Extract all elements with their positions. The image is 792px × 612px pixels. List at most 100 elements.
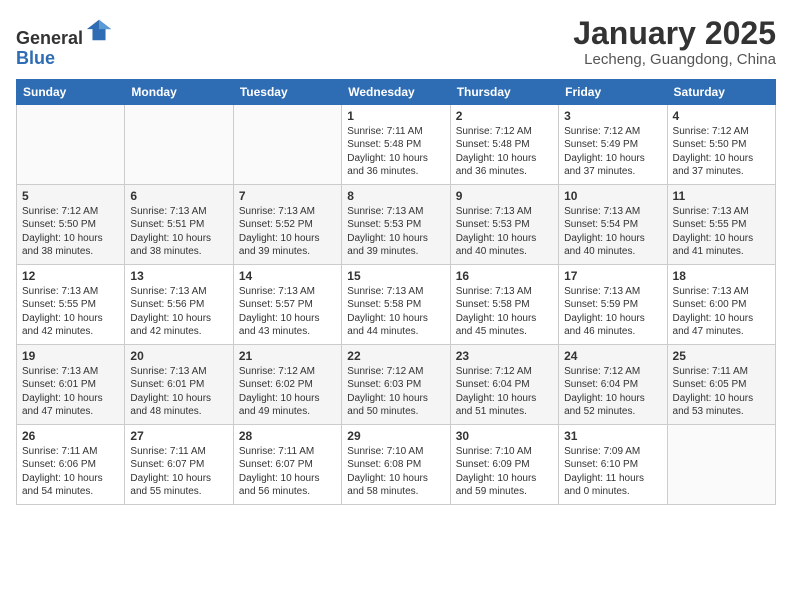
calendar-cell: 13 Sunrise: 7:13 AM Sunset: 5:56 PM Dayli… <box>125 264 233 344</box>
calendar-cell: 12 Sunrise: 7:13 AM Sunset: 5:55 PM Dayli… <box>17 264 125 344</box>
calendar-cell: 19 Sunrise: 7:13 AM Sunset: 6:01 PM Dayli… <box>17 344 125 424</box>
calendar-cell: 2 Sunrise: 7:12 AM Sunset: 5:48 PM Daylig… <box>450 104 558 184</box>
day-number: 17 <box>564 269 661 283</box>
weekday-header-tuesday: Tuesday <box>233 79 341 104</box>
calendar-cell: 6 Sunrise: 7:13 AM Sunset: 5:51 PM Daylig… <box>125 184 233 264</box>
calendar-week-row: 5 Sunrise: 7:12 AM Sunset: 5:50 PM Daylig… <box>17 184 776 264</box>
weekday-header-friday: Friday <box>559 79 667 104</box>
day-number: 22 <box>347 349 444 363</box>
day-info: Sunrise: 7:13 AM Sunset: 5:58 PM Dayligh… <box>347 285 444 339</box>
day-number: 19 <box>22 349 119 363</box>
day-number: 4 <box>673 109 770 123</box>
calendar-body: 1Sunrise: 7:11 AM Sunset: 5:48 PM Daylig… <box>17 104 776 504</box>
day-number: 12 <box>22 269 119 283</box>
day-info: Sunrise: 7:10 AM Sunset: 6:08 PM Dayligh… <box>347 445 444 499</box>
day-number: 27 <box>130 429 227 443</box>
day-number: 7 <box>239 189 336 203</box>
calendar-cell: 25 Sunrise: 7:11 AM Sunset: 6:05 PM Dayli… <box>667 344 775 424</box>
day-number: 9 <box>456 189 553 203</box>
day-info: Sunrise: 7:13 AM Sunset: 5:54 PM Dayligh… <box>564 205 661 259</box>
calendar-cell: 7Sunrise: 7:13 AM Sunset: 5:52 PM Daylig… <box>233 184 341 264</box>
calendar-cell: 27 Sunrise: 7:11 AM Sunset: 6:07 PM Dayli… <box>125 424 233 504</box>
logo-blue: Blue <box>16 48 55 68</box>
day-info: Sunrise: 7:10 AM Sunset: 6:09 PM Dayligh… <box>456 445 553 499</box>
weekday-header-wednesday: Wednesday <box>342 79 450 104</box>
day-info: Sunrise: 7:12 AM Sunset: 5:50 PM Dayligh… <box>673 125 770 179</box>
calendar-cell: 10 Sunrise: 7:13 AM Sunset: 5:54 PM Dayli… <box>559 184 667 264</box>
day-info: Sunrise: 7:13 AM Sunset: 5:57 PM Dayligh… <box>239 285 336 339</box>
calendar-cell: 14 Sunrise: 7:13 AM Sunset: 5:57 PM Dayli… <box>233 264 341 344</box>
calendar-cell: 20 Sunrise: 7:13 AM Sunset: 6:01 PM Dayli… <box>125 344 233 424</box>
day-info: Sunrise: 7:12 AM Sunset: 5:48 PM Dayligh… <box>456 125 553 179</box>
day-info: Sunrise: 7:12 AM Sunset: 6:03 PM Dayligh… <box>347 365 444 419</box>
day-number: 11 <box>673 189 770 203</box>
day-info: Sunrise: 7:13 AM Sunset: 6:01 PM Dayligh… <box>130 365 227 419</box>
calendar-cell: 26 Sunrise: 7:11 AM Sunset: 6:06 PM Dayli… <box>17 424 125 504</box>
day-number: 6 <box>130 189 227 203</box>
day-info: Sunrise: 7:13 AM Sunset: 5:53 PM Dayligh… <box>456 205 553 259</box>
day-number: 26 <box>22 429 119 443</box>
day-info: Sunrise: 7:09 AM Sunset: 6:10 PM Dayligh… <box>564 445 661 499</box>
day-info: Sunrise: 7:12 AM Sunset: 5:50 PM Dayligh… <box>22 205 119 259</box>
day-info: Sunrise: 7:11 AM Sunset: 6:05 PM Dayligh… <box>673 365 770 419</box>
day-info: Sunrise: 7:13 AM Sunset: 5:56 PM Dayligh… <box>130 285 227 339</box>
calendar-cell: 31 Sunrise: 7:09 AM Sunset: 6:10 PM Dayli… <box>559 424 667 504</box>
day-info: Sunrise: 7:11 AM Sunset: 6:07 PM Dayligh… <box>130 445 227 499</box>
calendar-cell: 16Sunrise: 7:13 AM Sunset: 5:58 PM Dayli… <box>450 264 558 344</box>
calendar-cell <box>125 104 233 184</box>
calendar-week-row: 19 Sunrise: 7:13 AM Sunset: 6:01 PM Dayli… <box>17 344 776 424</box>
day-number: 16 <box>456 269 553 283</box>
logo-general: General <box>16 28 83 48</box>
calendar-cell: 30 Sunrise: 7:10 AM Sunset: 6:09 PM Dayli… <box>450 424 558 504</box>
day-number: 2 <box>456 109 553 123</box>
title-block: January 2025 Lecheng, Guangdong, China <box>573 16 776 68</box>
day-number: 14 <box>239 269 336 283</box>
calendar-week-row: 1Sunrise: 7:11 AM Sunset: 5:48 PM Daylig… <box>17 104 776 184</box>
day-info: Sunrise: 7:13 AM Sunset: 6:01 PM Dayligh… <box>22 365 119 419</box>
day-info: Sunrise: 7:12 AM Sunset: 6:04 PM Dayligh… <box>564 365 661 419</box>
day-number: 31 <box>564 429 661 443</box>
calendar-cell: 17 Sunrise: 7:13 AM Sunset: 5:59 PM Dayli… <box>559 264 667 344</box>
day-number: 28 <box>239 429 336 443</box>
calendar-cell: 15 Sunrise: 7:13 AM Sunset: 5:58 PM Dayli… <box>342 264 450 344</box>
calendar-cell: 11 Sunrise: 7:13 AM Sunset: 5:55 PM Dayli… <box>667 184 775 264</box>
day-number: 5 <box>22 189 119 203</box>
calendar-cell: 8Sunrise: 7:13 AM Sunset: 5:53 PM Daylig… <box>342 184 450 264</box>
calendar-cell: 18Sunrise: 7:13 AM Sunset: 6:00 PM Dayli… <box>667 264 775 344</box>
calendar-cell: 9 Sunrise: 7:13 AM Sunset: 5:53 PM Daylig… <box>450 184 558 264</box>
day-info: Sunrise: 7:13 AM Sunset: 5:55 PM Dayligh… <box>22 285 119 339</box>
day-info: Sunrise: 7:11 AM Sunset: 5:48 PM Dayligh… <box>347 125 444 179</box>
day-info: Sunrise: 7:13 AM Sunset: 5:55 PM Dayligh… <box>673 205 770 259</box>
calendar-cell: 23Sunrise: 7:12 AM Sunset: 6:04 PM Dayli… <box>450 344 558 424</box>
day-number: 30 <box>456 429 553 443</box>
day-number: 29 <box>347 429 444 443</box>
calendar-cell: 5 Sunrise: 7:12 AM Sunset: 5:50 PM Daylig… <box>17 184 125 264</box>
day-info: Sunrise: 7:11 AM Sunset: 6:06 PM Dayligh… <box>22 445 119 499</box>
day-number: 15 <box>347 269 444 283</box>
day-number: 25 <box>673 349 770 363</box>
calendar-cell: 4 Sunrise: 7:12 AM Sunset: 5:50 PM Daylig… <box>667 104 775 184</box>
page-header: General Blue January 2025 Lecheng, Guang… <box>16 16 776 69</box>
calendar-week-row: 12 Sunrise: 7:13 AM Sunset: 5:55 PM Dayli… <box>17 264 776 344</box>
calendar-cell: 28 Sunrise: 7:11 AM Sunset: 6:07 PM Dayli… <box>233 424 341 504</box>
weekday-header-saturday: Saturday <box>667 79 775 104</box>
calendar-week-row: 26 Sunrise: 7:11 AM Sunset: 6:06 PM Dayli… <box>17 424 776 504</box>
day-info: Sunrise: 7:13 AM Sunset: 5:59 PM Dayligh… <box>564 285 661 339</box>
weekday-header-monday: Monday <box>125 79 233 104</box>
weekday-header-row: SundayMondayTuesdayWednesdayThursdayFrid… <box>17 79 776 104</box>
calendar-cell: 29 Sunrise: 7:10 AM Sunset: 6:08 PM Dayli… <box>342 424 450 504</box>
day-number: 21 <box>239 349 336 363</box>
day-info: Sunrise: 7:13 AM Sunset: 6:00 PM Dayligh… <box>673 285 770 339</box>
logo-bird-icon <box>85 16 113 44</box>
day-info: Sunrise: 7:12 AM Sunset: 5:49 PM Dayligh… <box>564 125 661 179</box>
day-number: 3 <box>564 109 661 123</box>
day-info: Sunrise: 7:13 AM Sunset: 5:51 PM Dayligh… <box>130 205 227 259</box>
day-info: Sunrise: 7:11 AM Sunset: 6:07 PM Dayligh… <box>239 445 336 499</box>
day-number: 10 <box>564 189 661 203</box>
day-info: Sunrise: 7:12 AM Sunset: 6:04 PM Dayligh… <box>456 365 553 419</box>
day-number: 13 <box>130 269 227 283</box>
calendar-cell: 21Sunrise: 7:12 AM Sunset: 6:02 PM Dayli… <box>233 344 341 424</box>
location: Lecheng, Guangdong, China <box>573 51 776 68</box>
day-number: 20 <box>130 349 227 363</box>
calendar-cell: 22 Sunrise: 7:12 AM Sunset: 6:03 PM Dayli… <box>342 344 450 424</box>
